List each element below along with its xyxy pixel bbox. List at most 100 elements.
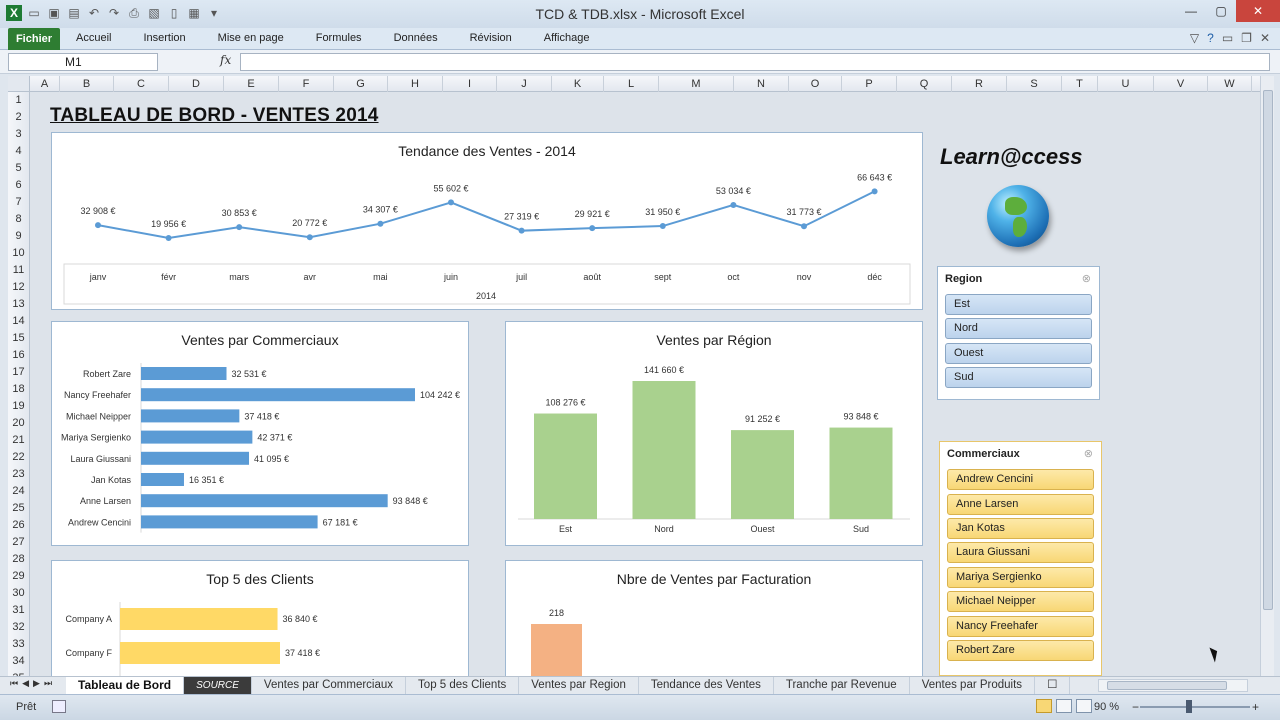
- worksheet-area[interactable]: TABLEAU DE BORD - VENTES 2014 Tendance d…: [30, 92, 1260, 676]
- slicer-item-sud[interactable]: Sud: [945, 367, 1092, 388]
- clear-filter-icon[interactable]: ⊗: [1084, 447, 1093, 460]
- row-header[interactable]: 2: [8, 109, 29, 126]
- sheet-tab[interactable]: Ventes par Produits: [910, 677, 1036, 694]
- chart-sales-trend[interactable]: Tendance des Ventes - 2014 32 908 € janv 1…: [51, 132, 923, 310]
- column-header[interactable]: L: [604, 76, 659, 92]
- column-header[interactable]: A: [30, 76, 60, 92]
- zoom-in-icon[interactable]: +: [1252, 700, 1259, 714]
- row-header[interactable]: 8: [8, 211, 29, 228]
- column-header[interactable]: P: [842, 76, 897, 92]
- help-icon[interactable]: ?: [1207, 31, 1214, 45]
- slicer-item-ouest[interactable]: Ouest: [945, 343, 1092, 364]
- page-break-view-icon[interactable]: [1076, 699, 1092, 713]
- maximize-icon[interactable]: ▢: [1206, 0, 1236, 22]
- column-header[interactable]: T: [1062, 76, 1098, 92]
- row-header[interactable]: 5: [8, 160, 29, 177]
- tab-affichage[interactable]: Affichage: [528, 32, 606, 44]
- slicer-item[interactable]: Mariya Sergienko: [947, 567, 1094, 588]
- clear-filter-icon[interactable]: ⊗: [1082, 272, 1091, 285]
- column-header[interactable]: Q: [897, 76, 952, 92]
- row-header[interactable]: 27: [8, 534, 29, 551]
- row-header[interactable]: 29: [8, 568, 29, 585]
- column-header[interactable]: K: [552, 76, 604, 92]
- slicer-item-nord[interactable]: Nord: [945, 318, 1092, 339]
- row-header[interactable]: 31: [8, 602, 29, 619]
- row-header[interactable]: 7: [8, 194, 29, 211]
- normal-view-icon[interactable]: [1036, 699, 1052, 713]
- slicer-item[interactable]: Michael Neipper: [947, 591, 1094, 612]
- column-header[interactable]: O: [789, 76, 842, 92]
- row-header[interactable]: 21: [8, 432, 29, 449]
- row-header[interactable]: 1: [8, 92, 29, 109]
- zoom-out-icon[interactable]: −: [1132, 700, 1139, 714]
- chart-top5-clients[interactable]: Top 5 des Clients Company A 36 840 € Compa…: [51, 560, 469, 676]
- name-box[interactable]: M1: [8, 53, 158, 71]
- tab-mise-en-page[interactable]: Mise en page: [202, 32, 300, 44]
- row-header[interactable]: 6: [8, 177, 29, 194]
- sheet-tab[interactable]: Tranche par Revenue: [774, 677, 910, 694]
- column-header[interactable]: F: [279, 76, 334, 92]
- tab-revision[interactable]: Révision: [454, 32, 528, 44]
- last-sheet-icon[interactable]: ⏭: [44, 678, 52, 689]
- row-header[interactable]: 16: [8, 347, 29, 364]
- file-tab[interactable]: Fichier: [8, 28, 60, 50]
- row-header[interactable]: 13: [8, 296, 29, 313]
- collapse-ribbon-icon[interactable]: ▽: [1190, 31, 1199, 45]
- tab-formules[interactable]: Formules: [300, 32, 378, 44]
- sheet-tab[interactable]: Tableau de Bord: [66, 677, 185, 694]
- sheet-tab[interactable]: Ventes par Region: [519, 677, 639, 694]
- slicer-item[interactable]: Andrew Cencini: [947, 469, 1094, 490]
- row-header[interactable]: 34: [8, 653, 29, 670]
- slicer-commerciaux[interactable]: Commerciaux ⊗ Andrew Cencini Anne Larsen…: [939, 441, 1102, 676]
- horizontal-scrollbar[interactable]: [1098, 679, 1248, 692]
- column-header[interactable]: W: [1208, 76, 1252, 92]
- row-header[interactable]: 33: [8, 636, 29, 653]
- zoom-slider[interactable]: [1140, 706, 1250, 708]
- column-header[interactable]: S: [1007, 76, 1062, 92]
- row-header[interactable]: 22: [8, 449, 29, 466]
- insert-function-icon[interactable]: fx: [220, 53, 231, 67]
- row-header[interactable]: 25: [8, 500, 29, 517]
- sheet-tab[interactable]: Tendance des Ventes: [639, 677, 774, 694]
- column-header[interactable]: G: [334, 76, 388, 92]
- column-header[interactable]: B: [60, 76, 114, 92]
- row-header[interactable]: 24: [8, 483, 29, 500]
- close-icon[interactable]: ✕: [1236, 0, 1280, 22]
- slicer-item[interactable]: Anne Larsen: [947, 494, 1094, 515]
- row-header[interactable]: 9: [8, 228, 29, 245]
- row-header[interactable]: 11: [8, 262, 29, 279]
- slicer-item[interactable]: Nancy Freehafer: [947, 616, 1094, 637]
- column-header[interactable]: V: [1154, 76, 1208, 92]
- row-header[interactable]: 30: [8, 585, 29, 602]
- column-header[interactable]: E: [224, 76, 279, 92]
- row-header[interactable]: 20: [8, 415, 29, 432]
- slicer-item[interactable]: Laura Giussani: [947, 542, 1094, 563]
- column-header[interactable]: N: [734, 76, 789, 92]
- zoom-slider-handle[interactable]: [1186, 700, 1192, 713]
- row-header[interactable]: 3: [8, 126, 29, 143]
- row-header[interactable]: 4: [8, 143, 29, 160]
- chart-sales-by-rep[interactable]: Ventes par Commerciaux Robert Zare 32 531…: [51, 321, 469, 546]
- row-header[interactable]: 15: [8, 330, 29, 347]
- column-header[interactable]: I: [443, 76, 497, 92]
- column-header[interactable]: U: [1098, 76, 1154, 92]
- sheet-tab[interactable]: Top 5 des Clients: [406, 677, 520, 694]
- scroll-thumb[interactable]: [1263, 90, 1273, 610]
- row-header[interactable]: 23: [8, 466, 29, 483]
- zoom-level[interactable]: 90 %: [1094, 701, 1119, 713]
- row-header[interactable]: 18: [8, 381, 29, 398]
- column-header[interactable]: M: [659, 76, 734, 92]
- column-header[interactable]: R: [952, 76, 1007, 92]
- row-header[interactable]: 14: [8, 313, 29, 330]
- slicer-item[interactable]: Jan Kotas: [947, 518, 1094, 539]
- slicer-region[interactable]: Region ⊗ Est Nord Ouest Sud: [937, 266, 1100, 400]
- tab-donnees[interactable]: Données: [378, 32, 454, 44]
- slicer-item-est[interactable]: Est: [945, 294, 1092, 315]
- column-header[interactable]: J: [497, 76, 552, 92]
- row-header[interactable]: 26: [8, 517, 29, 534]
- row-header[interactable]: 12: [8, 279, 29, 296]
- row-header[interactable]: 10: [8, 245, 29, 262]
- tab-insertion[interactable]: Insertion: [127, 32, 201, 44]
- sheet-tab[interactable]: Ventes par Commerciaux: [252, 677, 407, 694]
- vertical-scrollbar[interactable]: [1260, 76, 1274, 676]
